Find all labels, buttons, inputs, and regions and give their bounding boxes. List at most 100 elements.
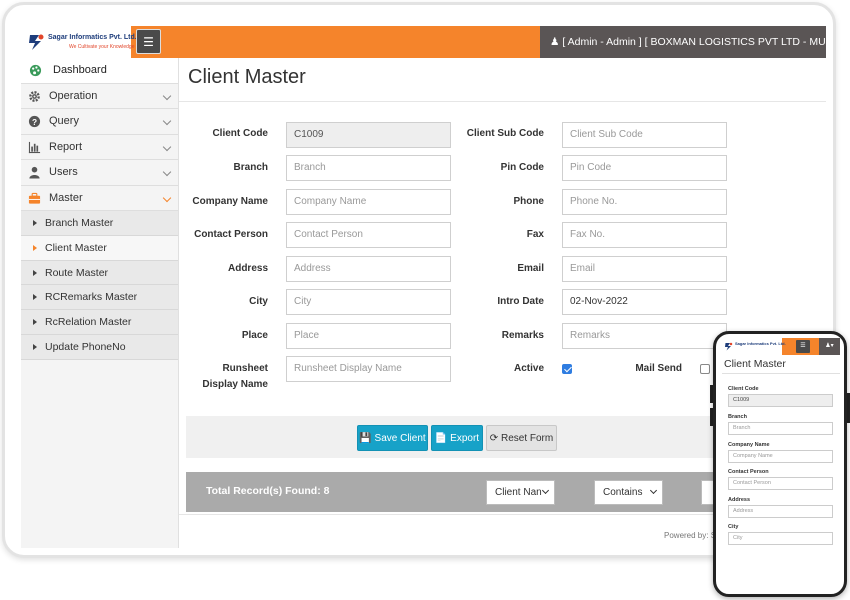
logo-icon xyxy=(29,34,44,50)
mobile-menu-button[interactable]: ☰ xyxy=(796,340,810,353)
sidebar-item-operation[interactable]: Operation xyxy=(21,84,178,109)
chevron-down-icon xyxy=(162,167,172,177)
sidebar-subitem-label: Branch Master xyxy=(45,217,114,229)
export-button[interactable]: 📄 Export xyxy=(431,425,483,451)
mobile-title-divider xyxy=(722,373,840,374)
sidebar-subitem-rcrelation-master[interactable]: RcRelation Master xyxy=(21,310,178,335)
logo-title: Sagar Informatics Pvt. Ltd. xyxy=(48,34,137,41)
mobile-logo: Sagar Informatics Pvt. Ltd. xyxy=(722,338,786,355)
menu-toggle-button[interactable]: ☰ xyxy=(136,29,161,54)
mail-send-checkbox[interactable] xyxy=(700,364,710,374)
sidebar-item-report[interactable]: Report xyxy=(21,135,178,160)
sidebar-subitem-update-phoneno[interactable]: Update PhoneNo xyxy=(21,334,178,360)
sidebar-subitem-label: RcRelation Master xyxy=(45,316,132,329)
sidebar-item-query[interactable]: ? Query xyxy=(21,109,178,135)
sidebar-item-users[interactable]: Users xyxy=(21,160,178,186)
pin-code-field[interactable]: Pin Code xyxy=(562,155,727,181)
runsheet-display-name-field[interactable]: Runsheet Display Name xyxy=(286,356,451,382)
user-icon: ♟ xyxy=(550,36,560,48)
caret-right-icon xyxy=(33,220,37,226)
city-label: City xyxy=(249,296,268,307)
powered-by: Powered by: Sa xyxy=(664,531,721,540)
reset-form-label: Reset Form xyxy=(500,433,554,444)
sidebar-item-master[interactable]: Master xyxy=(21,186,178,211)
svg-text:?: ? xyxy=(32,117,37,127)
sidebar-subitem-label: Client Master xyxy=(45,241,107,254)
hamburger-icon: ☰ xyxy=(143,34,154,49)
fax-label: Fax xyxy=(526,229,544,240)
sidebar-subitem-route-master[interactable]: Route Master xyxy=(21,260,178,286)
user-icon xyxy=(29,166,40,179)
save-client-label: Save Client xyxy=(374,433,426,444)
sidebar-subitem-label: Update PhoneNo xyxy=(45,340,126,353)
sidebar-subitem-client-master[interactable]: Client Master xyxy=(21,235,178,261)
palette-icon xyxy=(29,64,42,77)
runsheet-label-line1: Runsheet xyxy=(222,363,268,374)
email-field[interactable]: Email xyxy=(562,256,727,282)
fax-field[interactable]: Fax No. xyxy=(562,222,727,248)
mobile-address-field[interactable]: Address xyxy=(728,505,833,518)
mobile-branch-field[interactable]: Branch xyxy=(728,422,833,435)
company-name-field[interactable]: Company Name xyxy=(286,189,451,215)
app-screen: Sagar Informatics Pvt. Ltd. We Cultivate… xyxy=(21,26,826,548)
mobile-logo-title: Sagar Informatics Pvt. Ltd. xyxy=(735,341,786,346)
sidebar-subitem-branch-master[interactable]: Branch Master xyxy=(21,211,178,236)
user-info[interactable]: ♟ [ Admin - Admin ] [ BOXMAN LOGISTICS P… xyxy=(540,26,826,58)
save-client-button[interactable]: 💾 Save Client xyxy=(357,425,428,451)
logo[interactable]: Sagar Informatics Pvt. Ltd. We Cultivate… xyxy=(21,26,137,58)
client-sub-code-field[interactable]: Client Sub Code xyxy=(562,122,727,148)
mobile-contact-field[interactable]: Contact Person xyxy=(728,477,833,490)
contact-person-field[interactable]: Contact Person xyxy=(286,222,451,248)
sidebar-item-label: Report xyxy=(49,140,83,153)
caret-right-icon xyxy=(33,319,37,326)
title-divider xyxy=(179,101,826,102)
intro-date-field[interactable]: 02-Nov-2022 xyxy=(562,289,727,315)
filter-operator-select[interactable]: Contains xyxy=(594,480,663,505)
page-title: Client Master xyxy=(188,66,306,88)
reset-form-button[interactable]: ⟳ Reset Form xyxy=(486,425,557,451)
city-field[interactable]: City xyxy=(286,289,451,315)
chevron-down-icon xyxy=(162,91,172,100)
mobile-client-code-field[interactable]: C1009 xyxy=(728,394,833,407)
mobile-company-label: Company Name xyxy=(728,442,770,448)
branch-field[interactable]: Branch xyxy=(286,155,451,181)
phone-field[interactable]: Phone No. xyxy=(562,189,727,215)
mobile-contact-label: Contact Person xyxy=(728,469,769,475)
place-label: Place xyxy=(241,330,268,341)
chevron-down-icon xyxy=(162,116,172,126)
chevron-down-icon xyxy=(162,142,172,151)
total-records: Total Record(s) Found: 8 xyxy=(206,485,330,497)
sidebar-subitem-label: Route Master xyxy=(45,266,109,279)
mobile-branch-label: Branch xyxy=(728,414,747,420)
mobile-company-field[interactable]: Company Name xyxy=(728,450,833,463)
mobile-city-field[interactable]: City xyxy=(728,532,833,545)
logo-icon xyxy=(725,342,733,351)
address-field[interactable]: Address xyxy=(286,256,451,282)
chevron-down-icon xyxy=(162,193,172,202)
client-code-field[interactable]: C1009 xyxy=(286,122,451,148)
filter-operator-value: Contains xyxy=(603,487,643,498)
user-icon: ♟▾ xyxy=(825,343,834,349)
mobile-page-title: Client Master xyxy=(724,358,786,370)
chevron-down-icon xyxy=(541,486,550,495)
remarks-field[interactable]: Remarks xyxy=(562,323,727,349)
mobile-address-label: Address xyxy=(728,497,751,503)
briefcase-icon xyxy=(28,192,41,204)
intro-date-label: Intro Date xyxy=(497,296,544,307)
mobile-city-label: City xyxy=(728,524,739,530)
stage: Sagar Informatics Pvt. Ltd. We Cultivate… xyxy=(0,0,850,600)
export-label: Export xyxy=(450,433,480,444)
sidebar-subitem-rcremarks-master[interactable]: RCRemarks Master xyxy=(21,285,178,311)
sidebar-item-label: Query xyxy=(49,115,79,127)
client-code-label: Client Code xyxy=(212,128,268,139)
sidebar-item-dashboard[interactable]: Dashboard xyxy=(21,58,178,84)
company-name-label: Company Name xyxy=(192,196,268,207)
mobile-user-menu[interactable]: ♟▾ xyxy=(819,338,840,355)
user-info-text: [ Admin - Admin ] [ BOXMAN LOGISTICS PVT… xyxy=(562,36,826,48)
caret-right-icon xyxy=(33,343,37,350)
place-field[interactable]: Place xyxy=(286,323,451,349)
active-checkbox[interactable] xyxy=(562,364,572,374)
remarks-label: Remarks xyxy=(501,330,544,341)
filter-field-select[interactable]: Client Nan xyxy=(486,480,555,505)
sidebar-subitem-label: RCRemarks Master xyxy=(45,291,138,304)
